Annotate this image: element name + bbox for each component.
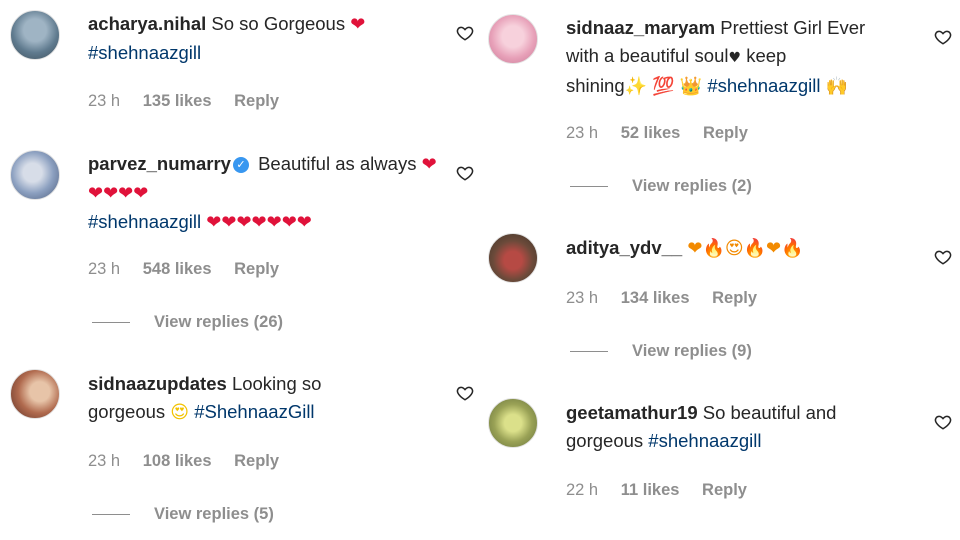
comment-body: aditya_ydv__ ❤🔥😍🔥❤🔥 (566, 234, 926, 263)
view-replies-button[interactable]: View replies (5) (92, 505, 274, 524)
comment-text: gorgeous (88, 401, 166, 422)
view-replies-label[interactable]: View replies (26) (154, 313, 283, 331)
comment-likes[interactable]: 548 likes (143, 260, 212, 278)
avatar[interactable] (488, 14, 538, 64)
heart-emoji-row: ❤❤❤❤❤❤❤ (206, 212, 312, 233)
reply-button[interactable]: Reply (702, 481, 747, 499)
comment-time[interactable]: 23 h (88, 452, 120, 470)
small-heart-emoji: ♥ (728, 50, 742, 66)
crown-emoji: 👑 (679, 76, 703, 97)
comment-username[interactable]: aditya_ydv__ (566, 237, 682, 258)
avatar[interactable] (10, 150, 60, 200)
reply-button[interactable]: Reply (703, 124, 748, 142)
heart-outline-icon[interactable] (934, 248, 952, 266)
comment-body: sidnaazupdates Looking so gorgeous 😍 #Sh… (88, 370, 438, 427)
comment-text: Beautiful as always (258, 153, 417, 174)
reply-button[interactable]: Reply (234, 260, 279, 278)
comment-text: keep (746, 45, 787, 66)
comment-text: So so Gorgeous (211, 13, 346, 34)
comment-text: gorgeous (566, 430, 644, 451)
comment-meta: 23 h 108 likes Reply (88, 452, 297, 471)
comment-time[interactable]: 22 h (566, 481, 598, 499)
heart-outline-icon[interactable] (456, 384, 474, 402)
comment-meta: 23 h 548 likes Reply (88, 260, 297, 279)
reply-button[interactable]: Reply (712, 289, 757, 307)
comment-username[interactable]: parvez_numarry (88, 153, 231, 174)
comment-username[interactable]: acharya.nihal (88, 13, 206, 34)
view-replies-label[interactable]: View replies (2) (632, 177, 752, 195)
view-replies-button[interactable]: View replies (9) (570, 342, 752, 361)
heart-outline-icon[interactable] (456, 24, 474, 42)
divider-line (570, 186, 608, 188)
verified-badge-icon: ✓ (232, 157, 249, 174)
reply-button[interactable]: Reply (234, 452, 279, 470)
hashtag-link[interactable]: #shehnaazgill (707, 75, 820, 96)
hashtag-link[interactable]: #shehnaazgill (88, 42, 201, 63)
avatar[interactable] (488, 233, 538, 283)
avatar[interactable] (488, 398, 538, 448)
heart-emoji: ❤ (350, 14, 366, 35)
comment-likes[interactable]: 135 likes (143, 92, 212, 110)
comment-body: geetamathur19 So beautiful and gorgeous … (566, 399, 926, 455)
comment-text: shining (566, 75, 625, 96)
heart-eyes-emoji: 😍 (170, 402, 190, 423)
divider-line (92, 514, 130, 516)
raised-hands-emoji: 🙌 (825, 76, 849, 97)
emoji-row: ❤🔥😍🔥❤🔥 (687, 238, 804, 259)
comment-time[interactable]: 23 h (566, 289, 598, 307)
hashtag-link[interactable]: #ShehnaazGill (194, 401, 314, 422)
reply-button[interactable]: Reply (234, 92, 279, 110)
avatar[interactable] (10, 10, 60, 60)
comment-username[interactable]: sidnaaz_maryam (566, 17, 715, 38)
comment-likes[interactable]: 134 likes (621, 289, 690, 307)
comment-time[interactable]: 23 h (566, 124, 598, 142)
hundred-emoji: 💯 (652, 76, 675, 97)
comment-meta: 22 h 11 likes Reply (566, 481, 765, 500)
view-replies-button[interactable]: View replies (2) (570, 177, 752, 196)
comment-body: sidnaaz_maryam Prettiest Girl Ever with … (566, 14, 926, 101)
comment-likes[interactable]: 11 likes (621, 481, 680, 499)
comment-body: parvez_numarry ✓ Beautiful as always ❤❤❤❤… (88, 150, 438, 237)
heart-outline-icon[interactable] (934, 413, 952, 431)
comment-text: So beautiful and (702, 402, 837, 423)
avatar[interactable] (10, 369, 60, 419)
comment-time[interactable]: 23 h (88, 260, 120, 278)
hashtag-link[interactable]: #shehnaazgill (648, 430, 761, 451)
divider-line (92, 322, 130, 324)
comment-meta: 23 h 134 likes Reply (566, 289, 775, 308)
comment-likes[interactable]: 108 likes (143, 452, 212, 470)
view-replies-button[interactable]: View replies (26) (92, 313, 283, 332)
comment-text: with a beautiful soul (566, 45, 729, 66)
comment-text: Looking so (231, 373, 322, 394)
heart-outline-icon[interactable] (934, 28, 952, 46)
comment-likes[interactable]: 52 likes (621, 124, 681, 142)
hashtag-link[interactable]: #shehnaazgill (88, 211, 201, 232)
comment-username[interactable]: geetamathur19 (566, 402, 698, 423)
comment-meta: 23 h 135 likes Reply (88, 92, 297, 111)
sparkles-emoji: ✨ (624, 76, 648, 97)
divider-line (570, 351, 608, 353)
view-replies-label[interactable]: View replies (9) (632, 342, 752, 360)
view-replies-label[interactable]: View replies (5) (154, 505, 274, 523)
comment-body: acharya.nihal So so Gorgeous ❤ #shehnaaz… (88, 10, 438, 67)
comment-meta: 23 h 52 likes Reply (566, 124, 766, 143)
comment-text: Prettiest Girl Ever (720, 17, 866, 38)
heart-outline-icon[interactable] (456, 164, 474, 182)
comment-time[interactable]: 23 h (88, 92, 120, 110)
comment-username[interactable]: sidnaazupdates (88, 373, 227, 394)
